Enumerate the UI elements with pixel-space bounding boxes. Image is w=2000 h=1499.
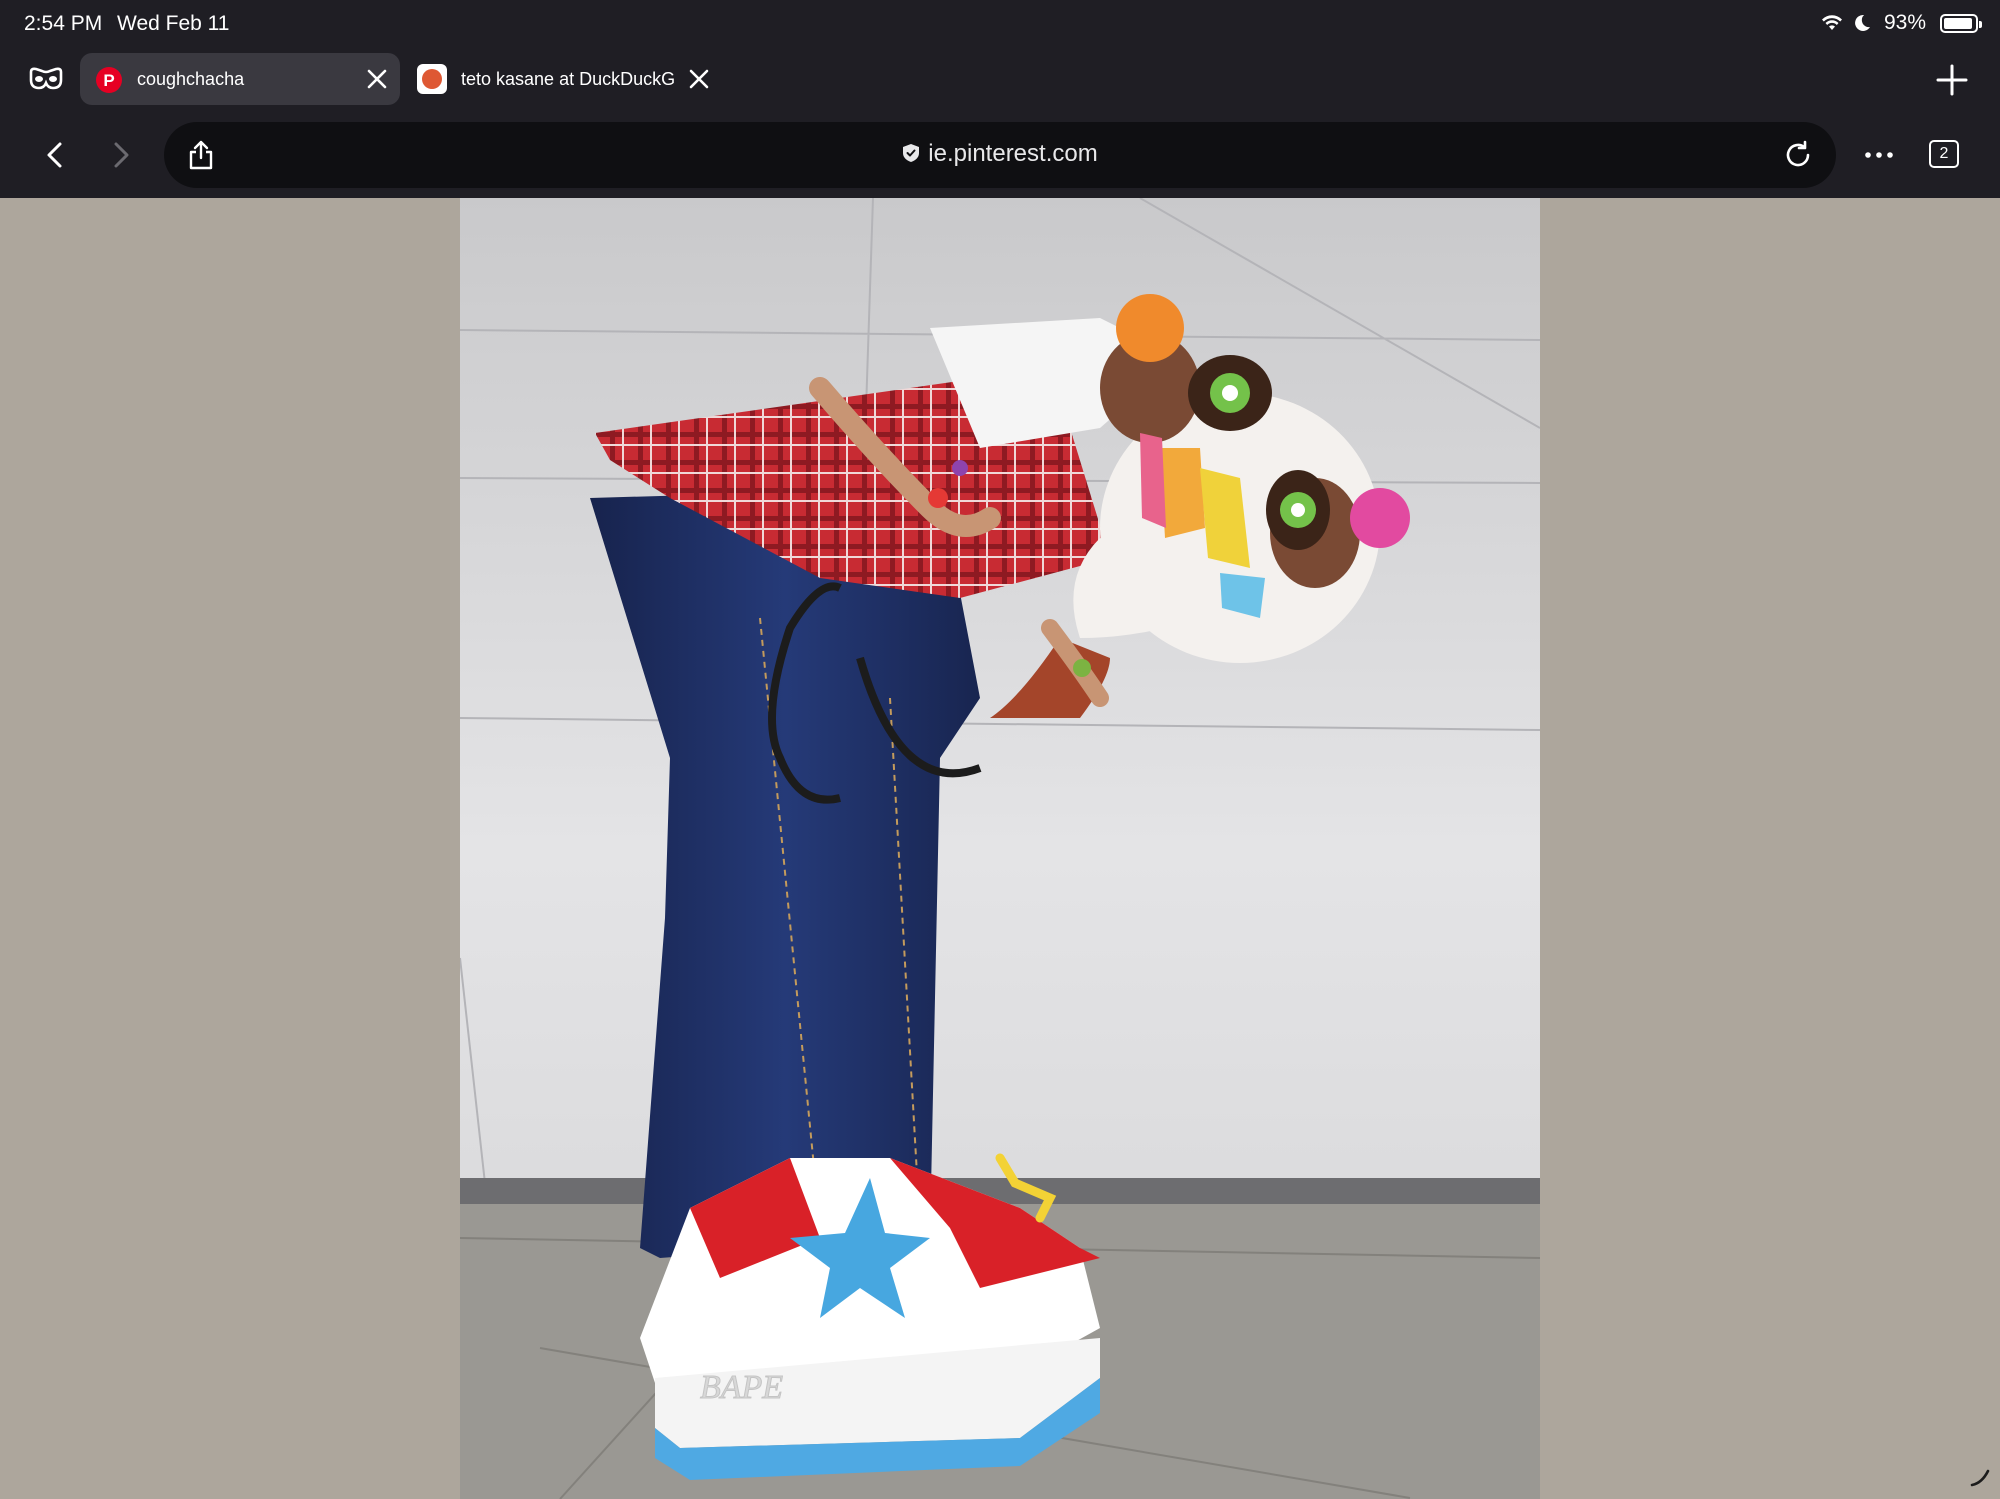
svg-text:P: P — [103, 71, 114, 90]
tab-duckduckgo[interactable]: teto kasane at DuckDuckG — [408, 53, 728, 105]
moon-icon — [1855, 14, 1870, 31]
close-tab-icon[interactable] — [686, 66, 712, 92]
page-content: BAPE — [0, 198, 2000, 1499]
reload-icon[interactable] — [1782, 139, 1814, 171]
pinterest-favicon: P — [96, 67, 122, 93]
status-bar: 2:54 PM Wed Feb 11 93% — [0, 0, 2000, 48]
close-tab-icon[interactable] — [364, 66, 390, 92]
battery-level — [1944, 17, 1972, 29]
back-icon[interactable] — [40, 139, 72, 171]
status-indicators: 93% — [1820, 11, 1982, 35]
battery-icon — [1940, 13, 1982, 33]
loading-indicator-icon — [1970, 1469, 1990, 1487]
svg-text:BAPE: BAPE — [700, 1369, 783, 1406]
navigation-bar: ie.pinterest.com 2 — [0, 122, 2000, 188]
private-mode-icon[interactable] — [28, 64, 64, 94]
lock-icon — [903, 144, 920, 162]
browser-chrome: 2:54 PM Wed Feb 11 93% P coughchacha tet… — [0, 0, 2000, 198]
address-bar[interactable]: ie.pinterest.com — [164, 122, 1836, 188]
pin-photo: BAPE — [460, 198, 1540, 1499]
url-display[interactable]: ie.pinterest.com — [164, 140, 1836, 168]
battery-percent: 93% — [1883, 11, 1926, 34]
url-text: ie.pinterest.com — [928, 140, 1098, 167]
new-tab-icon[interactable] — [1935, 63, 1969, 97]
tabs-overview-button[interactable]: 2 — [1929, 140, 1959, 168]
wifi-icon — [1821, 15, 1842, 30]
status-date: Wed Feb 11 — [117, 12, 230, 35]
status-time: 2:54 PM — [24, 12, 103, 35]
tab-title: coughchacha — [137, 69, 245, 89]
more-icon[interactable] — [1862, 144, 1896, 166]
forward-icon[interactable] — [104, 139, 136, 171]
duckduckgo-favicon — [417, 64, 447, 94]
tab-bar: P coughchacha teto kasane at DuckDuckG — [0, 50, 2000, 110]
tab-title: teto kasane at DuckDuckG — [461, 69, 676, 89]
tab-pinterest[interactable]: P coughchacha — [80, 53, 400, 105]
pin-image[interactable]: BAPE — [460, 198, 1540, 1499]
